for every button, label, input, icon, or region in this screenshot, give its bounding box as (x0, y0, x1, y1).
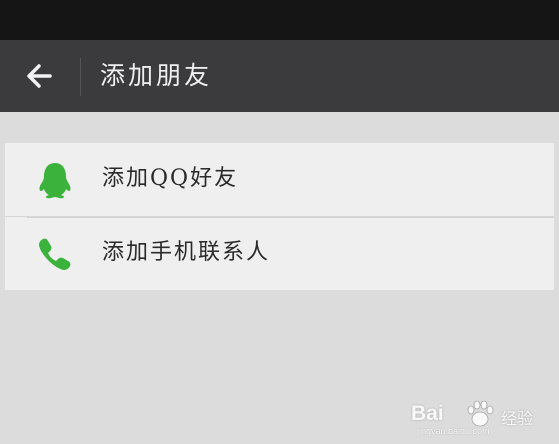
menu-item-add-qq-friend[interactable]: 添加QQ好友 (5, 143, 554, 216)
menu-item-label: 添加QQ好友 (102, 166, 239, 191)
back-button[interactable] (20, 56, 64, 96)
list-divider (27, 217, 554, 218)
screen: 添加朋友 添加QQ好友 添加手机联系人 Bai 经验 jingyan.baidu… (0, 0, 559, 444)
watermark-brand-suffix: 经验 (501, 409, 534, 428)
paw-logo-icon (467, 400, 494, 427)
baidu-jingyan-watermark: Bai 经验 jingyan.baidu.com (409, 398, 539, 438)
header-divider (80, 58, 81, 96)
phone-icon (39, 238, 71, 270)
menu-item-add-phone-contact[interactable]: 添加手机联系人 (5, 216, 554, 290)
watermark-brand: Bai (411, 402, 444, 425)
watermark-url: jingyan.baidu.com (417, 426, 490, 436)
top-bar: 添加朋友 (0, 40, 559, 112)
qq-penguin-icon (39, 163, 71, 199)
page-title: 添加朋友 (100, 61, 213, 90)
menu-list: 添加QQ好友 添加手机联系人 (5, 143, 554, 290)
menu-item-label: 添加手机联系人 (102, 240, 271, 265)
arrow-left-icon (27, 64, 52, 88)
status-bar (0, 0, 559, 40)
